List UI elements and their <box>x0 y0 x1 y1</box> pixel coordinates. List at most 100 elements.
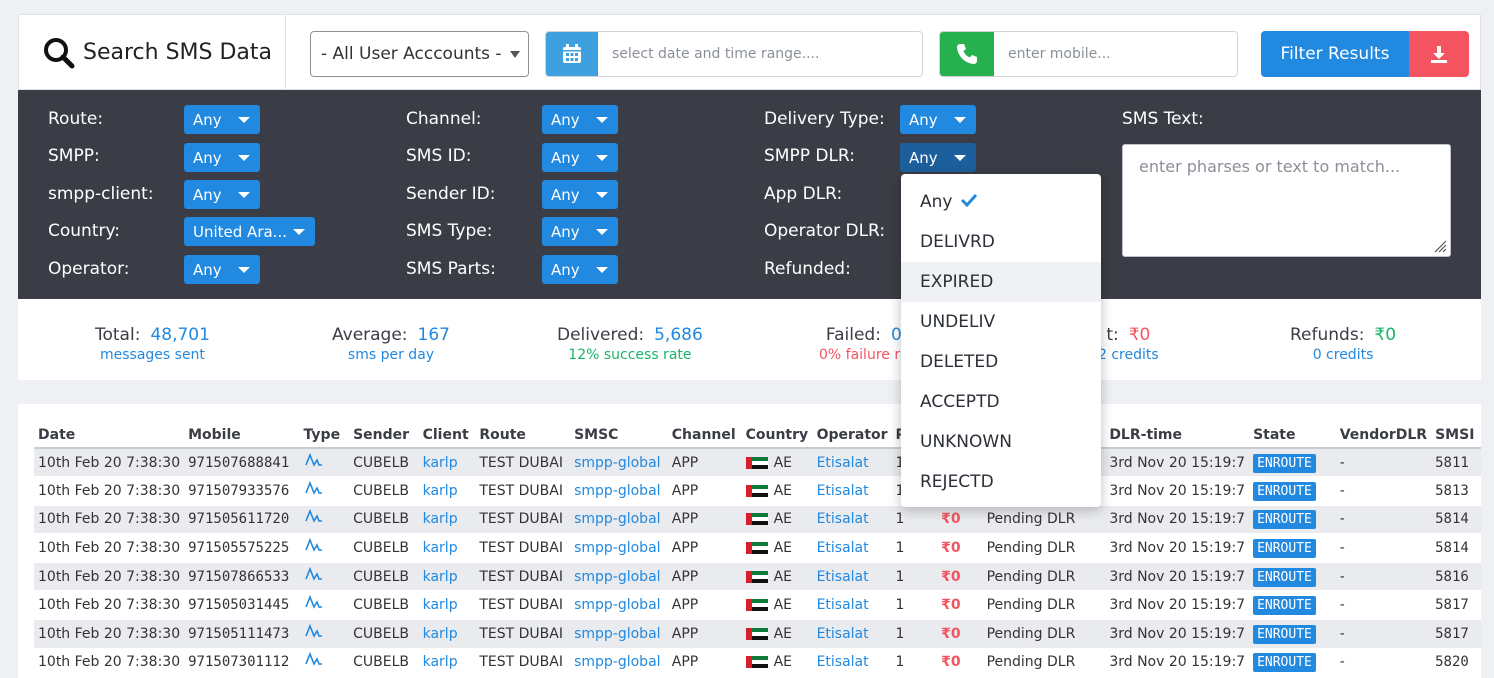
cell-mobile: 971505611720 <box>184 505 300 535</box>
table-row[interactable]: 10th Feb 20 7:38:30 971505611720 CUBELB kar… <box>34 505 1481 535</box>
table-row[interactable]: 10th Feb 20 7:38:30 971507933576 CUBELB kar… <box>34 476 1481 506</box>
sms-id-select[interactable]: Any <box>542 143 618 172</box>
dropdown-option[interactable]: DELIVRD <box>901 222 1101 262</box>
cell-smsc-link[interactable]: smpp-global <box>570 476 668 506</box>
country-select[interactable]: United Ara... <box>184 217 315 246</box>
table-row[interactable]: 10th Feb 20 7:38:30 971507688841 CUBELB kar… <box>34 448 1481 478</box>
cell-client-link[interactable]: karlp <box>418 590 476 621</box>
cell-mobile: 971507301112 <box>184 648 300 678</box>
operator-select[interactable]: Any <box>184 255 260 284</box>
cell-smsc-link[interactable]: smpp-global <box>570 648 668 678</box>
sms-text-textarea[interactable]: enter pharses or text to match... <box>1122 144 1451 257</box>
cell-operator-link[interactable]: Etisalat <box>812 648 892 678</box>
smpp-dlr-select[interactable]: Any <box>900 143 976 172</box>
dropdown-option[interactable]: UNKNOWN <box>901 422 1101 462</box>
col-header-date[interactable]: Date <box>34 422 185 449</box>
col-header-smsc[interactable]: SMSC <box>570 422 668 449</box>
cell-operator-link[interactable]: Etisalat <box>812 448 892 478</box>
col-header-dlr-time[interactable]: DLR-time <box>1105 422 1250 449</box>
table-row[interactable]: 10th Feb 20 7:38:30 971505575225 CUBELB kar… <box>34 533 1481 563</box>
cell-smsc-link[interactable]: smpp-global <box>570 590 668 621</box>
cell-country-code: AE <box>773 654 793 671</box>
dropdown-option[interactable]: ACCEPTD <box>901 382 1101 422</box>
state-badge: ENROUTE <box>1253 539 1316 559</box>
date-range-input-group[interactable]: select date and time range.... <box>545 31 923 77</box>
cell-operator-link[interactable]: Etisalat <box>812 476 892 506</box>
cell-type <box>299 562 350 592</box>
col-header-route[interactable]: Route <box>475 422 571 449</box>
cell-client-link[interactable]: karlp <box>418 505 476 535</box>
table-row[interactable]: 10th Feb 20 7:38:30 971505111473 CUBELB kar… <box>34 619 1481 649</box>
cell-smsc-link[interactable]: smpp-global <box>570 562 668 592</box>
cell-vendor-dlr: - <box>1335 590 1432 621</box>
col-header-channel[interactable]: Channel <box>667 422 742 449</box>
uae-flag-icon <box>745 570 768 583</box>
sender-id-select[interactable]: Any <box>542 180 618 209</box>
col-header-sender[interactable]: Sender <box>349 422 419 449</box>
uae-flag-icon <box>745 599 768 612</box>
cell-operator-link[interactable]: Etisalat <box>812 590 892 621</box>
col-header-state[interactable]: State <box>1249 422 1336 449</box>
col-header-client[interactable]: Client <box>418 422 476 449</box>
cell-cost: ₹0 <box>937 562 983 592</box>
dropdown-option[interactable]: UNDELIV <box>901 302 1101 342</box>
table-row[interactable]: 10th Feb 20 7:38:30 971505031445 CUBELB kar… <box>34 590 1481 621</box>
col-header-smsid[interactable]: SMSI <box>1431 422 1481 449</box>
resize-grip-icon[interactable] <box>1433 239 1447 253</box>
cell-state: ENROUTE <box>1249 505 1336 535</box>
state-badge: ENROUTE <box>1253 596 1316 616</box>
cell-client-link[interactable]: karlp <box>418 533 476 563</box>
calendar-icon[interactable] <box>546 32 598 76</box>
cell-operator-link[interactable]: Etisalat <box>812 619 892 649</box>
smpp-client-select[interactable]: Any <box>184 180 260 209</box>
user-account-select[interactable]: - All User Acccounts - <box>310 31 529 77</box>
dropdown-option[interactable]: EXPIRED <box>901 262 1101 302</box>
sms-type-select[interactable]: Any <box>542 217 618 246</box>
cell-client-link[interactable]: karlp <box>418 619 476 649</box>
cell-smsc-link[interactable]: smpp-global <box>570 448 668 478</box>
stat-delivered-value: 5,686 <box>654 325 703 345</box>
dropdown-option[interactable]: Any <box>901 182 1101 222</box>
cell-mobile: 971505111473 <box>184 619 300 649</box>
cell-sender: CUBELB <box>349 476 419 506</box>
col-header-country[interactable]: Country <box>741 422 813 449</box>
mobile-input[interactable]: enter mobile... <box>994 32 1237 76</box>
dropdown-option[interactable]: DELETED <box>901 342 1101 382</box>
col-header-type[interactable]: Type <box>299 422 350 449</box>
route-select[interactable]: Any <box>184 105 260 134</box>
cell-smsc-link[interactable]: smpp-global <box>570 505 668 535</box>
cell-channel: APP <box>667 533 742 563</box>
cell-state: ENROUTE <box>1249 476 1336 506</box>
sms-parts-select[interactable]: Any <box>542 255 618 284</box>
col-header-operator[interactable]: Operator <box>812 422 892 449</box>
dropdown-option[interactable]: REJECTD <box>901 462 1101 502</box>
table-row[interactable]: 10th Feb 20 7:38:30 971507866533 CUBELB kar… <box>34 562 1481 592</box>
cell-client-link[interactable]: karlp <box>418 476 476 506</box>
col-header-mobile[interactable]: Mobile <box>184 422 300 449</box>
cell-client-link[interactable]: karlp <box>418 648 476 678</box>
cell-dlr-time: 3rd Nov 20 15:19:7 <box>1105 648 1250 678</box>
cell-operator-link[interactable]: Etisalat <box>812 505 892 535</box>
cell-smsc-link[interactable]: smpp-global <box>570 619 668 649</box>
stat-refunds-label: Refunds: <box>1290 325 1365 345</box>
sms-type-select-value: Any <box>551 222 580 241</box>
col-header-vendor-dlr[interactable]: VendorDLR <box>1335 422 1432 449</box>
channel-select[interactable]: Any <box>542 105 618 134</box>
download-button[interactable] <box>1409 31 1469 77</box>
cell-client-link[interactable]: karlp <box>418 448 476 478</box>
cell-operator-link[interactable]: Etisalat <box>812 533 892 563</box>
route-label: Route: <box>48 109 104 129</box>
state-badge: ENROUTE <box>1253 481 1316 501</box>
caret-down-icon <box>596 229 608 235</box>
cell-smsc-link[interactable]: smpp-global <box>570 533 668 563</box>
date-range-input[interactable]: select date and time range.... <box>598 32 922 76</box>
cell-client-link[interactable]: karlp <box>418 562 476 592</box>
delivery-type-select-value: Any <box>909 110 938 129</box>
filter-results-button[interactable]: Filter Results <box>1261 31 1409 77</box>
delivery-type-select[interactable]: Any <box>900 105 976 134</box>
stat-average-sub: sms per day <box>347 347 435 363</box>
smpp-select[interactable]: Any <box>184 143 260 172</box>
cell-operator-link[interactable]: Etisalat <box>812 562 892 592</box>
mobile-input-group[interactable]: enter mobile... <box>939 31 1238 77</box>
table-row[interactable]: 10th Feb 20 7:38:30 971507301112 CUBELB kar… <box>34 648 1481 678</box>
